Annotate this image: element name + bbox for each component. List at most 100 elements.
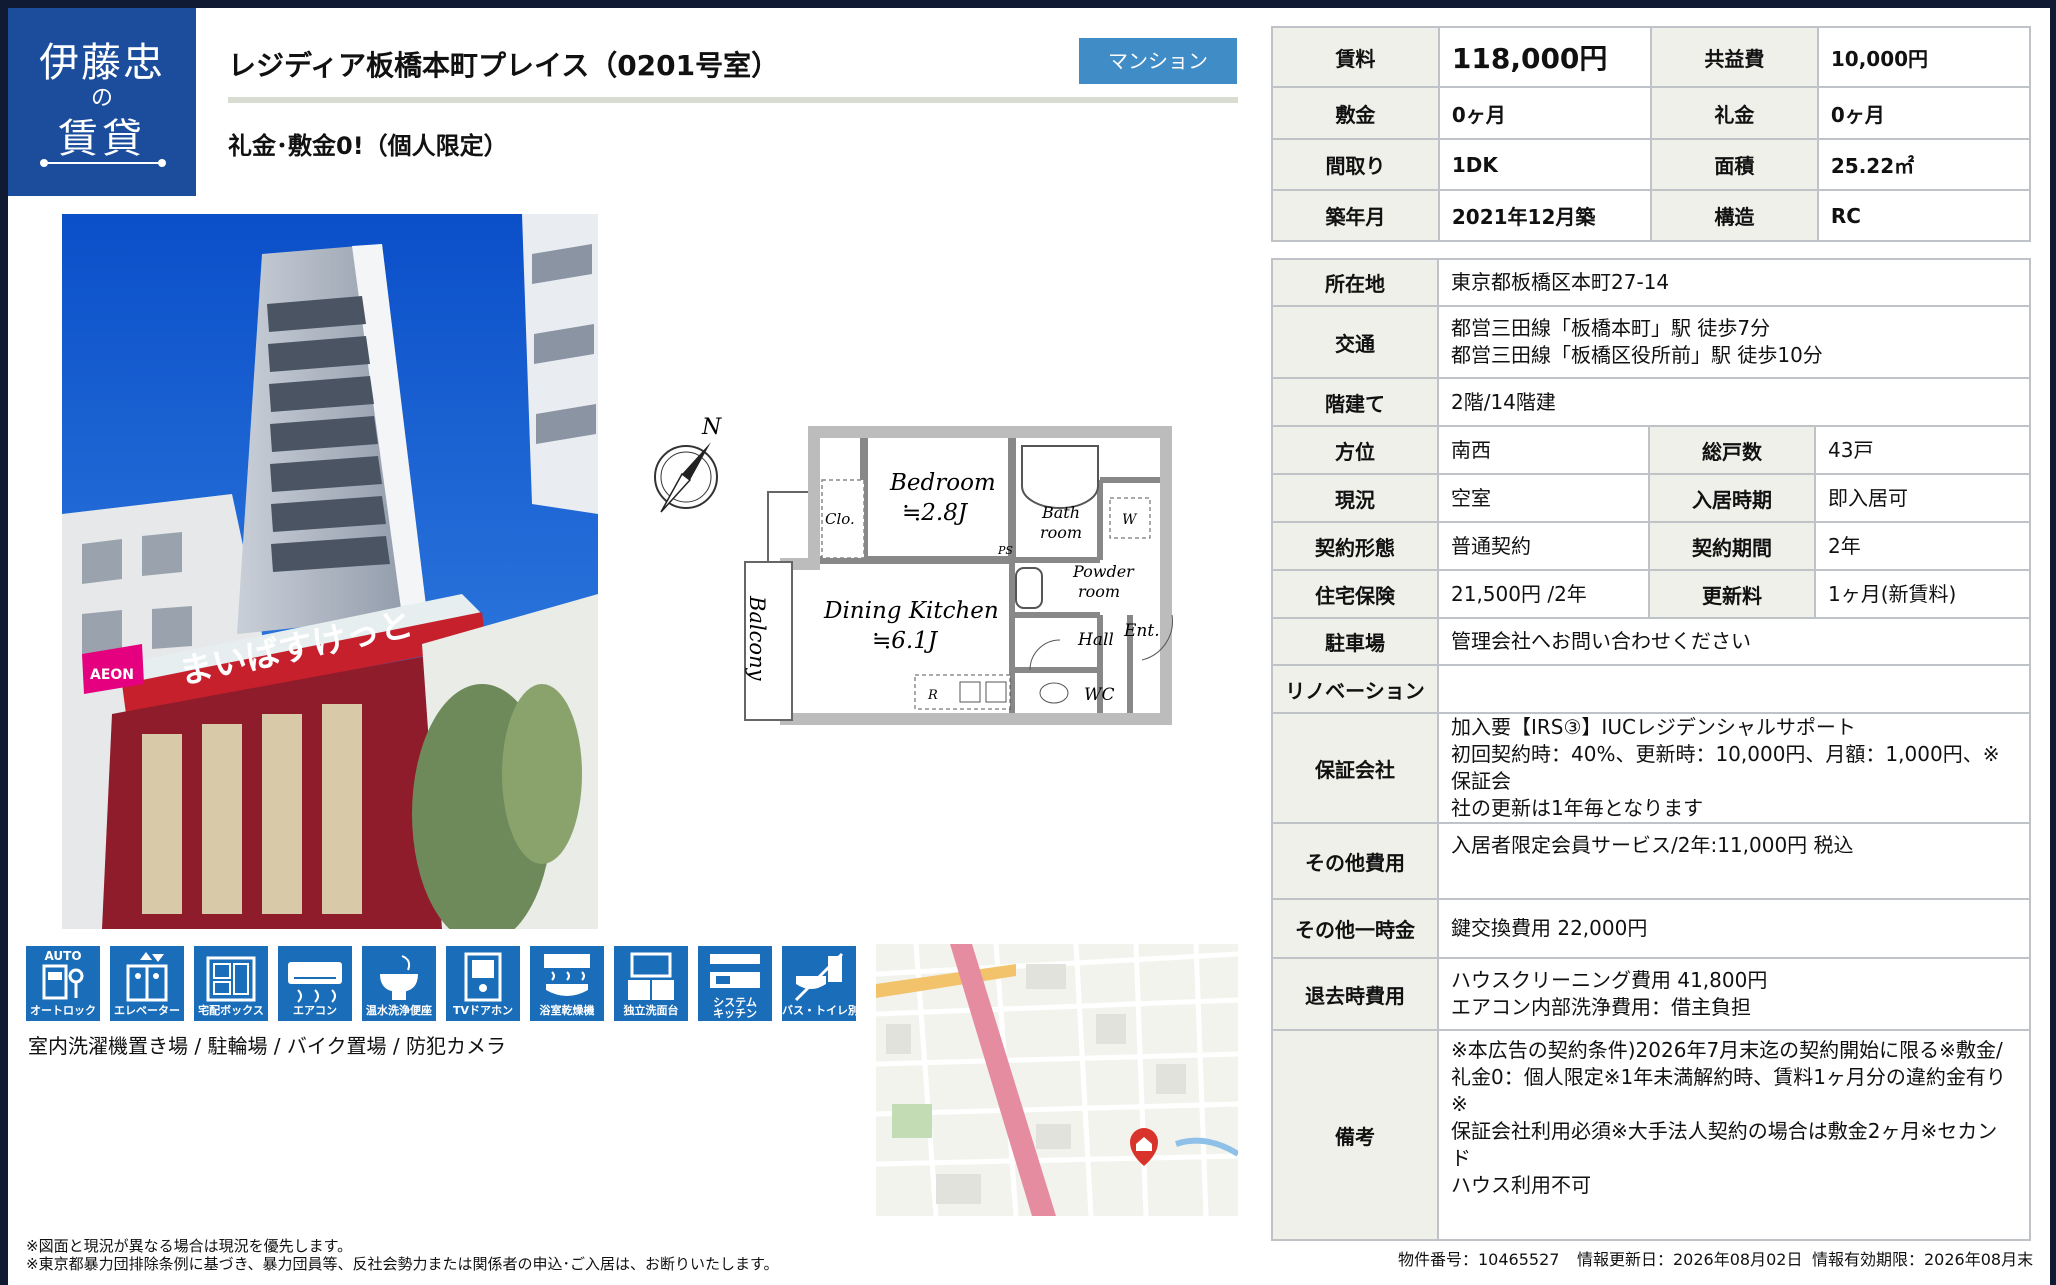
delivery-box-label: 宅配ボックス: [198, 1004, 264, 1017]
entrance-label: Ent.: [1123, 621, 1160, 641]
units-label: 総戸数: [1648, 425, 1816, 475]
area-label: 面積: [1649, 138, 1819, 191]
guarantor-value: 加入要【IRS③】IUCレジデンシャルサポート 初回契約時：40%、更新時：10…: [1437, 712, 2031, 824]
movein-label: 入居時期: [1648, 473, 1816, 523]
period-value: 2年: [1814, 521, 2031, 571]
notes: ※図面と現況が異なる場合は現況を優先します。 ※東京都暴力団排除条例に基づき、暴…: [26, 1237, 779, 1273]
guarantor-line-1: 加入要【IRS③】IUCレジデンシャルサポート: [1451, 715, 1856, 739]
dining-size: ≒6.1J: [872, 628, 939, 654]
building-photo[interactable]: まいばすけっと AEON: [62, 214, 598, 929]
floor-plan[interactable]: N Balcony Clo. Bath room W PS Powder roo…: [650, 410, 1220, 740]
renewal-label: 更新料: [1648, 569, 1816, 619]
property-title: レジディア板橋本町プレイス（0201号室）: [228, 49, 780, 82]
structure-value: RC: [1816, 189, 2032, 242]
movein-value: 即入居可: [1814, 473, 2031, 523]
store-logo: AEON: [90, 667, 134, 683]
key-money-value: 0ヶ月: [1816, 86, 2032, 140]
bedroom-size: ≒2.8J: [902, 500, 969, 526]
remarks-value: ※本広告の契約条件)2026年7月末迄の契約開始に限る※敷金/ 礼金0：個人限定…: [1437, 1029, 2031, 1241]
parking-label: 駐車場: [1271, 617, 1439, 666]
onetime-label: その他一時金: [1271, 898, 1439, 959]
balcony-label: Balcony: [745, 595, 769, 682]
renewal-value: 1ヶ月(新賃料): [1814, 569, 2031, 619]
structure-label: 構造: [1649, 189, 1819, 242]
ps-label: PS: [997, 544, 1013, 557]
address-value: 東京都板橋区本町27-14: [1437, 258, 2031, 307]
direction-value: 南西: [1437, 425, 1650, 475]
compass-icon: N: [654, 415, 722, 513]
built-label: 築年月: [1271, 189, 1440, 242]
layout-value: 1DK: [1437, 138, 1652, 191]
separate-bath-icon: バス・トイレ別: [782, 946, 859, 1021]
common-fee-label: 共益費: [1649, 26, 1819, 88]
autolock-top-label: AUTO: [44, 949, 81, 963]
deposit-label: 敷金: [1271, 86, 1440, 140]
logo-rule: [42, 162, 162, 164]
summary-table: 賃料 118,000円 共益費 10,000円 敷金 0ヶ月 礼金 0ヶ月 間取…: [1271, 26, 2032, 242]
remarks-line-2: 礼金0：個人限定※1年未満解約時、賃料1ヶ月分の違約金有り※: [1451, 1065, 2006, 1116]
autolock-label: オートロック: [30, 1004, 96, 1017]
separate-bath-label: バス・トイレ別: [782, 1004, 859, 1017]
floors-label: 階建て: [1271, 377, 1439, 427]
air-conditioner-label: エアコン: [293, 1004, 337, 1017]
powder-label-2: room: [1078, 582, 1120, 601]
details-table: 所在地 東京都板橋区本町27-14 交通 都営三田線「板橋本町」駅 徒歩7分 都…: [1271, 258, 2031, 1241]
remarks-line-1: ※本広告の契約条件)2026年7月末迄の契約開始に限る※敷金/: [1451, 1038, 2003, 1062]
wc-label: WC: [1084, 685, 1114, 705]
brand-logo: 伊藤忠 の 賃貸: [8, 8, 196, 196]
area-value: 25.22㎡: [1816, 138, 2032, 191]
hall-label: Hall: [1077, 630, 1114, 650]
remarks-label: 備考: [1271, 1029, 1439, 1241]
insurance-value: 21,500円 /2年: [1437, 569, 1650, 619]
frame-left: [0, 0, 8, 1285]
bath-label-2: room: [1040, 523, 1082, 542]
elevator-label: エレベーター: [114, 1004, 180, 1017]
key-money-label: 礼金: [1649, 86, 1819, 140]
vanity-icon: 独立洗面台: [614, 946, 688, 1021]
property-subtitle: 礼金･敷金0!（個人限定）: [228, 132, 508, 160]
remarks-line-3: 保証会社利用必須※大手法人契約の場合は敷金2ヶ月※セカンド: [1451, 1119, 1998, 1170]
elevator-icon: エレベーター: [110, 946, 184, 1021]
property-number: 物件番号：10465527: [1398, 1250, 1560, 1269]
frame-top: [0, 0, 2056, 8]
units-value: 43戸: [1814, 425, 2031, 475]
logo-line3: 賃貸: [58, 116, 146, 162]
system-kitchen-icon: システム キッチン: [698, 946, 772, 1021]
fridge-label: R: [927, 688, 938, 703]
onetime-value: 鍵交換費用 22,000円: [1437, 898, 2031, 959]
bedroom-label: Bedroom: [889, 470, 996, 496]
facilities-list: 室内洗濯機置き場 / 駐輪場 / バイク置場 / 防犯カメラ: [28, 1034, 506, 1058]
direction-label: 方位: [1271, 425, 1439, 475]
guarantor-label: 保証会社: [1271, 712, 1439, 824]
tv-intercom-icon: TVドアホン: [446, 946, 520, 1021]
note-line-2: ※東京都暴力団排除条例に基づき、暴力団員等、反社会勢力または関係者の申込･ご入居…: [26, 1255, 779, 1273]
expiry-date: 情報有効期限：2026年08月末: [1812, 1250, 2034, 1269]
transport-line-1: 都営三田線「板橋本町」駅 徒歩7分: [1451, 316, 1771, 340]
rent-value: 118,000円: [1437, 26, 1652, 88]
common-fee-value: 10,000円: [1816, 26, 2032, 88]
parking-value: 管理会社へお問い合わせください: [1437, 617, 2031, 666]
bath-label-1: Bath: [1041, 503, 1080, 522]
vanity-label: 独立洗面台: [623, 1004, 679, 1017]
transport-value: 都営三田線「板橋本町」駅 徒歩7分 都営三田線「板橋区役所前」駅 徒歩10分: [1437, 305, 2031, 379]
bathroom-dryer-icon: 浴室乾燥機: [530, 946, 604, 1021]
built-value: 2021年12月築: [1437, 189, 1652, 242]
washlet-label: 温水洗浄便座: [366, 1004, 432, 1017]
closet-label: Clo.: [825, 510, 855, 528]
contract-label: 契約形態: [1271, 521, 1439, 571]
location-map[interactable]: [876, 944, 1238, 1216]
rent-label: 賃料: [1271, 26, 1440, 88]
deposit-value: 0ヶ月: [1437, 86, 1652, 140]
transport-label: 交通: [1271, 305, 1439, 379]
period-label: 契約期間: [1648, 521, 1816, 571]
guarantor-line-3: 社の更新は1年毎となります: [1451, 796, 1704, 820]
floors-value: 2階/14階建: [1437, 377, 2031, 427]
guarantor-line-2: 初回契約時：40%、更新時：10,000円、月額：1,000円、※保証会: [1451, 742, 2000, 793]
remarks-line-4: ハウス利用不可: [1451, 1173, 1591, 1197]
title-rule: [228, 97, 1238, 103]
contract-value: 普通契約: [1437, 521, 1650, 571]
renovation-value: [1437, 664, 2031, 714]
update-date: 情報更新日：2026年08月02日: [1577, 1250, 1803, 1269]
dining-label: Dining Kitchen: [823, 598, 999, 624]
air-conditioner-icon: エアコン: [278, 946, 352, 1021]
